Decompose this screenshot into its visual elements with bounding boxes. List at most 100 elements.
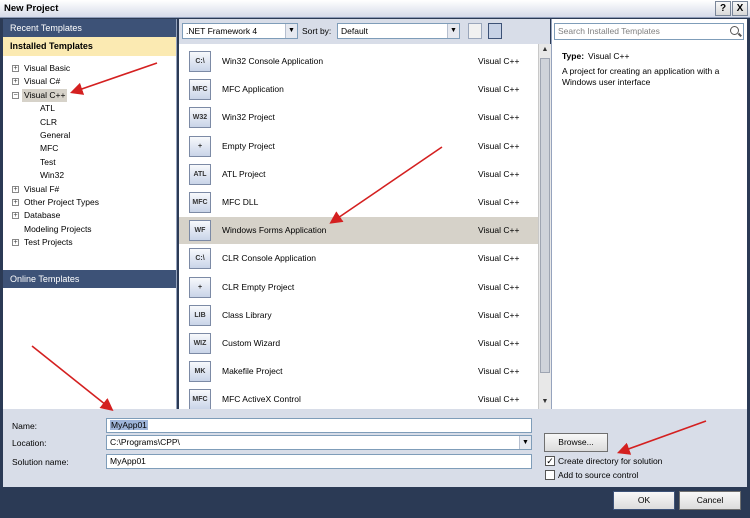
list-view-button[interactable]: [488, 23, 502, 39]
template-item[interactable]: C:\ Win32 Console Application Visual C++: [179, 48, 538, 75]
tree-item[interactable]: + Database: [3, 209, 176, 222]
template-item[interactable]: MFC MFC Application Visual C++: [179, 76, 538, 103]
template-item[interactable]: MFC MFC DLL Visual C++: [179, 189, 538, 216]
tree-item-label: ATL: [40, 103, 55, 114]
location-label: Location:: [12, 438, 47, 448]
template-icon: WF: [189, 220, 211, 242]
tree-item-label: Other Project Types: [24, 196, 99, 207]
template-language: Visual C++: [478, 309, 520, 320]
online-templates-header[interactable]: Online Templates: [3, 270, 176, 288]
tree-item-label: Win32: [40, 170, 65, 181]
template-name: Empty Project: [222, 140, 275, 151]
template-item[interactable]: W32 Win32 Project Visual C++: [179, 104, 538, 131]
search-input[interactable]: Search Installed Templates: [554, 23, 744, 40]
expand-icon[interactable]: +: [12, 65, 19, 72]
scroll-thumb[interactable]: [540, 58, 550, 373]
template-language: Visual C++: [478, 225, 520, 236]
tree-item-label: MFC: [40, 143, 59, 154]
template-type: Type: Visual C++: [562, 51, 629, 61]
tree-item-label: CLR: [40, 116, 58, 127]
tree-item[interactable]: Win32: [3, 169, 176, 182]
tree-item-label: Visual C#: [24, 76, 61, 87]
installed-templates-header[interactable]: Installed Templates: [3, 37, 176, 56]
checkbox-checked-icon[interactable]: ✓: [545, 456, 555, 466]
template-name: Custom Wizard: [222, 338, 281, 348]
solution-name-field[interactable]: MyApp01: [106, 454, 532, 469]
template-description-panel: Search Installed Templates Type: Visual C…: [551, 19, 747, 409]
tree-item[interactable]: + Visual C#: [3, 75, 176, 88]
expand-icon[interactable]: +: [12, 185, 19, 193]
tree-item-label: Visual F#: [24, 183, 60, 194]
tree-item-label: Test Projects: [24, 237, 73, 248]
tree-item[interactable]: + Test Projects: [3, 236, 176, 249]
template-item[interactable]: WF Windows Forms Application Visual C++: [179, 217, 538, 245]
template-icon: MFC: [189, 192, 211, 213]
template-language: Visual C++: [478, 253, 520, 264]
tree-item[interactable]: Test: [3, 156, 176, 169]
chevron-down-icon[interactable]: ▼: [519, 436, 531, 449]
tree-item[interactable]: ATL: [3, 102, 176, 115]
tree-item-label: Visual Basic: [24, 63, 71, 73]
sort-value: Default: [341, 26, 368, 36]
template-item[interactable]: WIZ Custom Wizard Visual C++: [179, 330, 538, 357]
tree-item[interactable]: CLR: [3, 116, 176, 129]
type-label: Type:: [562, 51, 585, 61]
template-name: CLR Console Application: [222, 253, 317, 264]
tree-item[interactable]: + Visual F#: [3, 183, 176, 196]
tree-item[interactable]: − Visual C++: [3, 88, 176, 103]
location-field[interactable]: C:\Programs\CPP\ ▼: [106, 435, 532, 450]
template-icon: C:\: [189, 248, 211, 270]
ok-button[interactable]: OK: [613, 491, 675, 510]
template-name: Makefile Project: [222, 366, 283, 377]
help-button[interactable]: ?: [715, 1, 731, 16]
collapse-icon[interactable]: −: [12, 91, 19, 99]
template-item[interactable]: LIB Class Library Visual C++: [179, 302, 538, 329]
tree-item-label: Test: [40, 156, 56, 167]
template-item[interactable]: C:\ CLR Console Application Visual C++: [179, 245, 538, 272]
template-item[interactable]: ATL ATL Project Visual C++: [179, 161, 538, 188]
browse-button[interactable]: Browse...: [544, 433, 608, 452]
expand-icon[interactable]: +: [12, 78, 19, 86]
template-item[interactable]: + CLR Empty Project Visual C++: [179, 274, 538, 301]
sort-select[interactable]: Default ▼: [337, 23, 460, 39]
template-icon: +: [189, 135, 211, 157]
template-item[interactable]: + Empty Project Visual C++: [179, 133, 538, 160]
scroll-down-icon[interactable]: ▼: [539, 396, 551, 408]
type-value: Visual C++: [588, 51, 630, 61]
title-bar: New Project ? X: [0, 0, 750, 18]
template-item[interactable]: MK Makefile Project Visual C++: [179, 358, 538, 385]
template-language: Visual C++: [478, 281, 520, 292]
scroll-up-icon[interactable]: ▲: [539, 44, 551, 56]
template-language: Visual C++: [478, 112, 520, 123]
solution-name-label: Solution name:: [12, 457, 69, 467]
tree-item[interactable]: Modeling Projects: [3, 223, 176, 236]
template-icon: WIZ: [189, 333, 211, 354]
template-list-scrollbar[interactable]: ▲ ▼: [538, 44, 551, 409]
tree-item[interactable]: General: [3, 129, 176, 142]
window-title: New Project: [4, 3, 59, 14]
checkbox-empty-icon[interactable]: [545, 470, 555, 480]
framework-select[interactable]: .NET Framework 4 ▼: [182, 23, 298, 39]
search-placeholder: Search Installed Templates: [558, 26, 660, 36]
template-name: MFC Application: [222, 84, 284, 95]
tree-item[interactable]: MFC: [3, 142, 176, 155]
tree-item-label: Visual C++: [22, 88, 68, 103]
tree-item[interactable]: + Other Project Types: [3, 196, 176, 209]
name-field[interactable]: MyApp01: [106, 418, 532, 433]
template-language: Visual C++: [478, 366, 520, 377]
expand-icon[interactable]: +: [12, 212, 19, 220]
tree-item[interactable]: + Visual Basic: [3, 62, 176, 75]
expand-icon[interactable]: +: [12, 198, 19, 206]
template-categories-panel: Recent Templates Installed Templates + Vi…: [3, 19, 177, 409]
framework-value: .NET Framework 4: [186, 26, 258, 36]
close-button[interactable]: X: [732, 1, 748, 16]
name-label: Name:: [12, 421, 38, 431]
cancel-button[interactable]: Cancel: [679, 491, 741, 510]
template-language: Visual C++: [478, 56, 520, 66]
search-icon[interactable]: [730, 26, 739, 35]
recent-templates-header[interactable]: Recent Templates: [3, 19, 176, 37]
chevron-down-icon: ▼: [447, 24, 459, 38]
location-value: C:\Programs\CPP\: [110, 437, 180, 447]
expand-icon[interactable]: +: [12, 239, 19, 247]
small-icons-view-button[interactable]: [468, 23, 482, 39]
